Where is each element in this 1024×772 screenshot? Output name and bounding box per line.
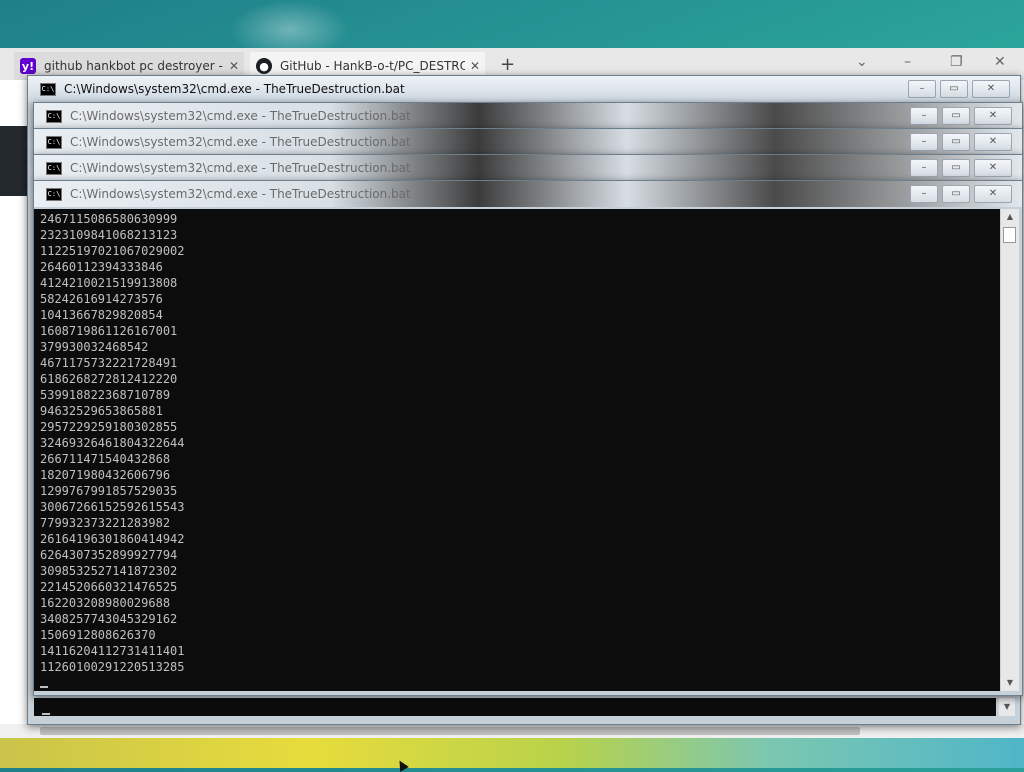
console-line: 10413667829820854 [40, 308, 163, 322]
minimize-button[interactable]: – [910, 107, 938, 125]
scroll-thumb[interactable] [40, 727, 860, 735]
cmd-console-output[interactable]: 2467115086580630999 2323109841068213123 11… [34, 209, 1000, 691]
cmd-icon: C:\ [46, 135, 62, 149]
console-line: 2467115086580630999 [40, 212, 178, 226]
new-tab-button[interactable]: + [500, 54, 515, 75]
close-icon[interactable]: ✕ [465, 59, 485, 73]
scroll-up-arrow-icon[interactable]: ▲ [1001, 209, 1019, 225]
vertical-scrollbar[interactable]: ▲ ▼ [1000, 209, 1019, 691]
console-line: 30067266152592615543 [40, 500, 185, 514]
close-button[interactable]: ✕ [974, 159, 1012, 177]
console-line: 6264307352899927794 [40, 548, 178, 562]
cmd-titlebar[interactable]: C:\ C:\Windows\system32\cmd.exe - TheTru… [34, 129, 1022, 155]
console-line: 3098532527141872302 [40, 564, 178, 578]
cmd-window-ghost[interactable]: C:\ C:\Windows\system32\cmd.exe - TheTru… [33, 154, 1023, 182]
vertical-scrollbar[interactable]: ▼ [998, 698, 1015, 716]
cmd-window-front[interactable]: C:\ C:\Windows\system32\cmd.exe - TheTru… [33, 180, 1023, 696]
cmd-title: C:\Windows\system32\cmd.exe - TheTrueDes… [70, 161, 411, 175]
console-line: 182071980432606796 [40, 468, 171, 482]
console-line: 4124210021519913808 [40, 276, 178, 290]
console-line: 1506912808626370 [40, 628, 156, 642]
close-icon[interactable]: ✕ [224, 59, 244, 73]
cmd-titlebar[interactable]: C:\ C:\Windows\system32\cmd.exe - TheTru… [34, 103, 1022, 129]
maximize-button[interactable]: ▭ [942, 133, 970, 151]
github-icon: ● [256, 58, 272, 74]
horizontal-scrollbar[interactable] [0, 724, 1024, 738]
console-line: 32469326461804322644 [40, 436, 185, 450]
cmd-window-ghost[interactable]: C:\ C:\Windows\system32\cmd.exe - TheTru… [33, 128, 1023, 156]
console-line: 266711471540432868 [40, 452, 171, 466]
console-line: 26164196301860414942 [40, 532, 185, 546]
cmd-title: C:\Windows\system32\cmd.exe - TheTrueDes… [64, 82, 405, 96]
console-line: 6186268272812412220 [40, 372, 178, 386]
cmd-titlebar[interactable]: C:\ C:\Windows\system32\cmd.exe - TheTru… [28, 76, 1020, 102]
cmd-icon: C:\ [46, 109, 62, 123]
maximize-button[interactable]: ▭ [942, 185, 970, 203]
console-line: 1608719861126167001 [40, 324, 178, 338]
console-line: 4671175732221728491 [40, 356, 178, 370]
cmd-titlebar[interactable]: C:\ C:\Windows\system32\cmd.exe - TheTru… [34, 181, 1022, 207]
cmd-console-bottom[interactable] [34, 698, 996, 716]
minimize-button[interactable]: – [908, 80, 936, 98]
scroll-thumb[interactable] [1003, 227, 1016, 243]
minimize-button[interactable]: – [910, 133, 938, 151]
console-line: 58242616914273576 [40, 292, 163, 306]
cmd-icon: C:\ [46, 187, 62, 201]
scroll-down-arrow-icon[interactable]: ▼ [1001, 675, 1019, 691]
tab-label: GitHub - HankB-o-t/PC_DESTRO [280, 59, 465, 73]
cmd-title: C:\Windows\system32\cmd.exe - TheTrueDes… [70, 187, 411, 201]
minimize-icon[interactable]: – [904, 54, 911, 70]
close-button[interactable]: ✕ [972, 80, 1010, 98]
wallpaper-strip [0, 738, 1024, 768]
minimize-button[interactable]: – [910, 159, 938, 177]
yahoo-icon: y! [20, 58, 36, 74]
close-button[interactable]: ✕ [974, 133, 1012, 151]
console-line: 26460112394333846 [40, 260, 163, 274]
console-line: 779932373221283982 [40, 516, 171, 530]
text-cursor [40, 686, 48, 688]
restore-icon[interactable]: ❐ [950, 54, 963, 70]
text-cursor [42, 713, 50, 715]
maximize-button[interactable]: ▭ [942, 159, 970, 177]
console-line: 539918822368710789 [40, 388, 171, 402]
cmd-icon: C:\ [40, 82, 56, 96]
console-line: 94632529653865881 [40, 404, 163, 418]
maximize-button[interactable]: ▭ [940, 80, 968, 98]
console-line: 11225197021067029002 [40, 244, 185, 258]
console-line: 162203208980029688 [40, 596, 171, 610]
console-line: 11260100291220513285 [40, 660, 185, 674]
cmd-title: C:\Windows\system32\cmd.exe - TheTrueDes… [70, 135, 411, 149]
console-line: 2214520660321476525 [40, 580, 178, 594]
close-button[interactable]: ✕ [974, 185, 1012, 203]
console-line: 14116204112731411401 [40, 644, 185, 658]
console-line: 2957229259180302855 [40, 420, 178, 434]
scroll-down-arrow-icon[interactable]: ▼ [999, 699, 1015, 715]
console-line: 379930032468542 [40, 340, 149, 354]
minimize-button[interactable]: – [910, 185, 938, 203]
console-line: 1299767991857529035 [40, 484, 178, 498]
cmd-icon: C:\ [46, 161, 62, 175]
cmd-title: C:\Windows\system32\cmd.exe - TheTrueDes… [70, 109, 411, 123]
tab-label: github hankbot pc destroyer - Y [44, 59, 224, 73]
tab-list-icon[interactable]: ⌄ [856, 54, 868, 70]
maximize-button[interactable]: ▭ [942, 107, 970, 125]
cmd-window-ghost[interactable]: C:\ C:\Windows\system32\cmd.exe - TheTru… [33, 102, 1023, 130]
cmd-titlebar[interactable]: C:\ C:\Windows\system32\cmd.exe - TheTru… [34, 155, 1022, 181]
console-line: 2323109841068213123 [40, 228, 178, 242]
close-window-icon[interactable]: ✕ [994, 54, 1006, 70]
console-line: 3408257743045329162 [40, 612, 178, 626]
close-button[interactable]: ✕ [974, 107, 1012, 125]
